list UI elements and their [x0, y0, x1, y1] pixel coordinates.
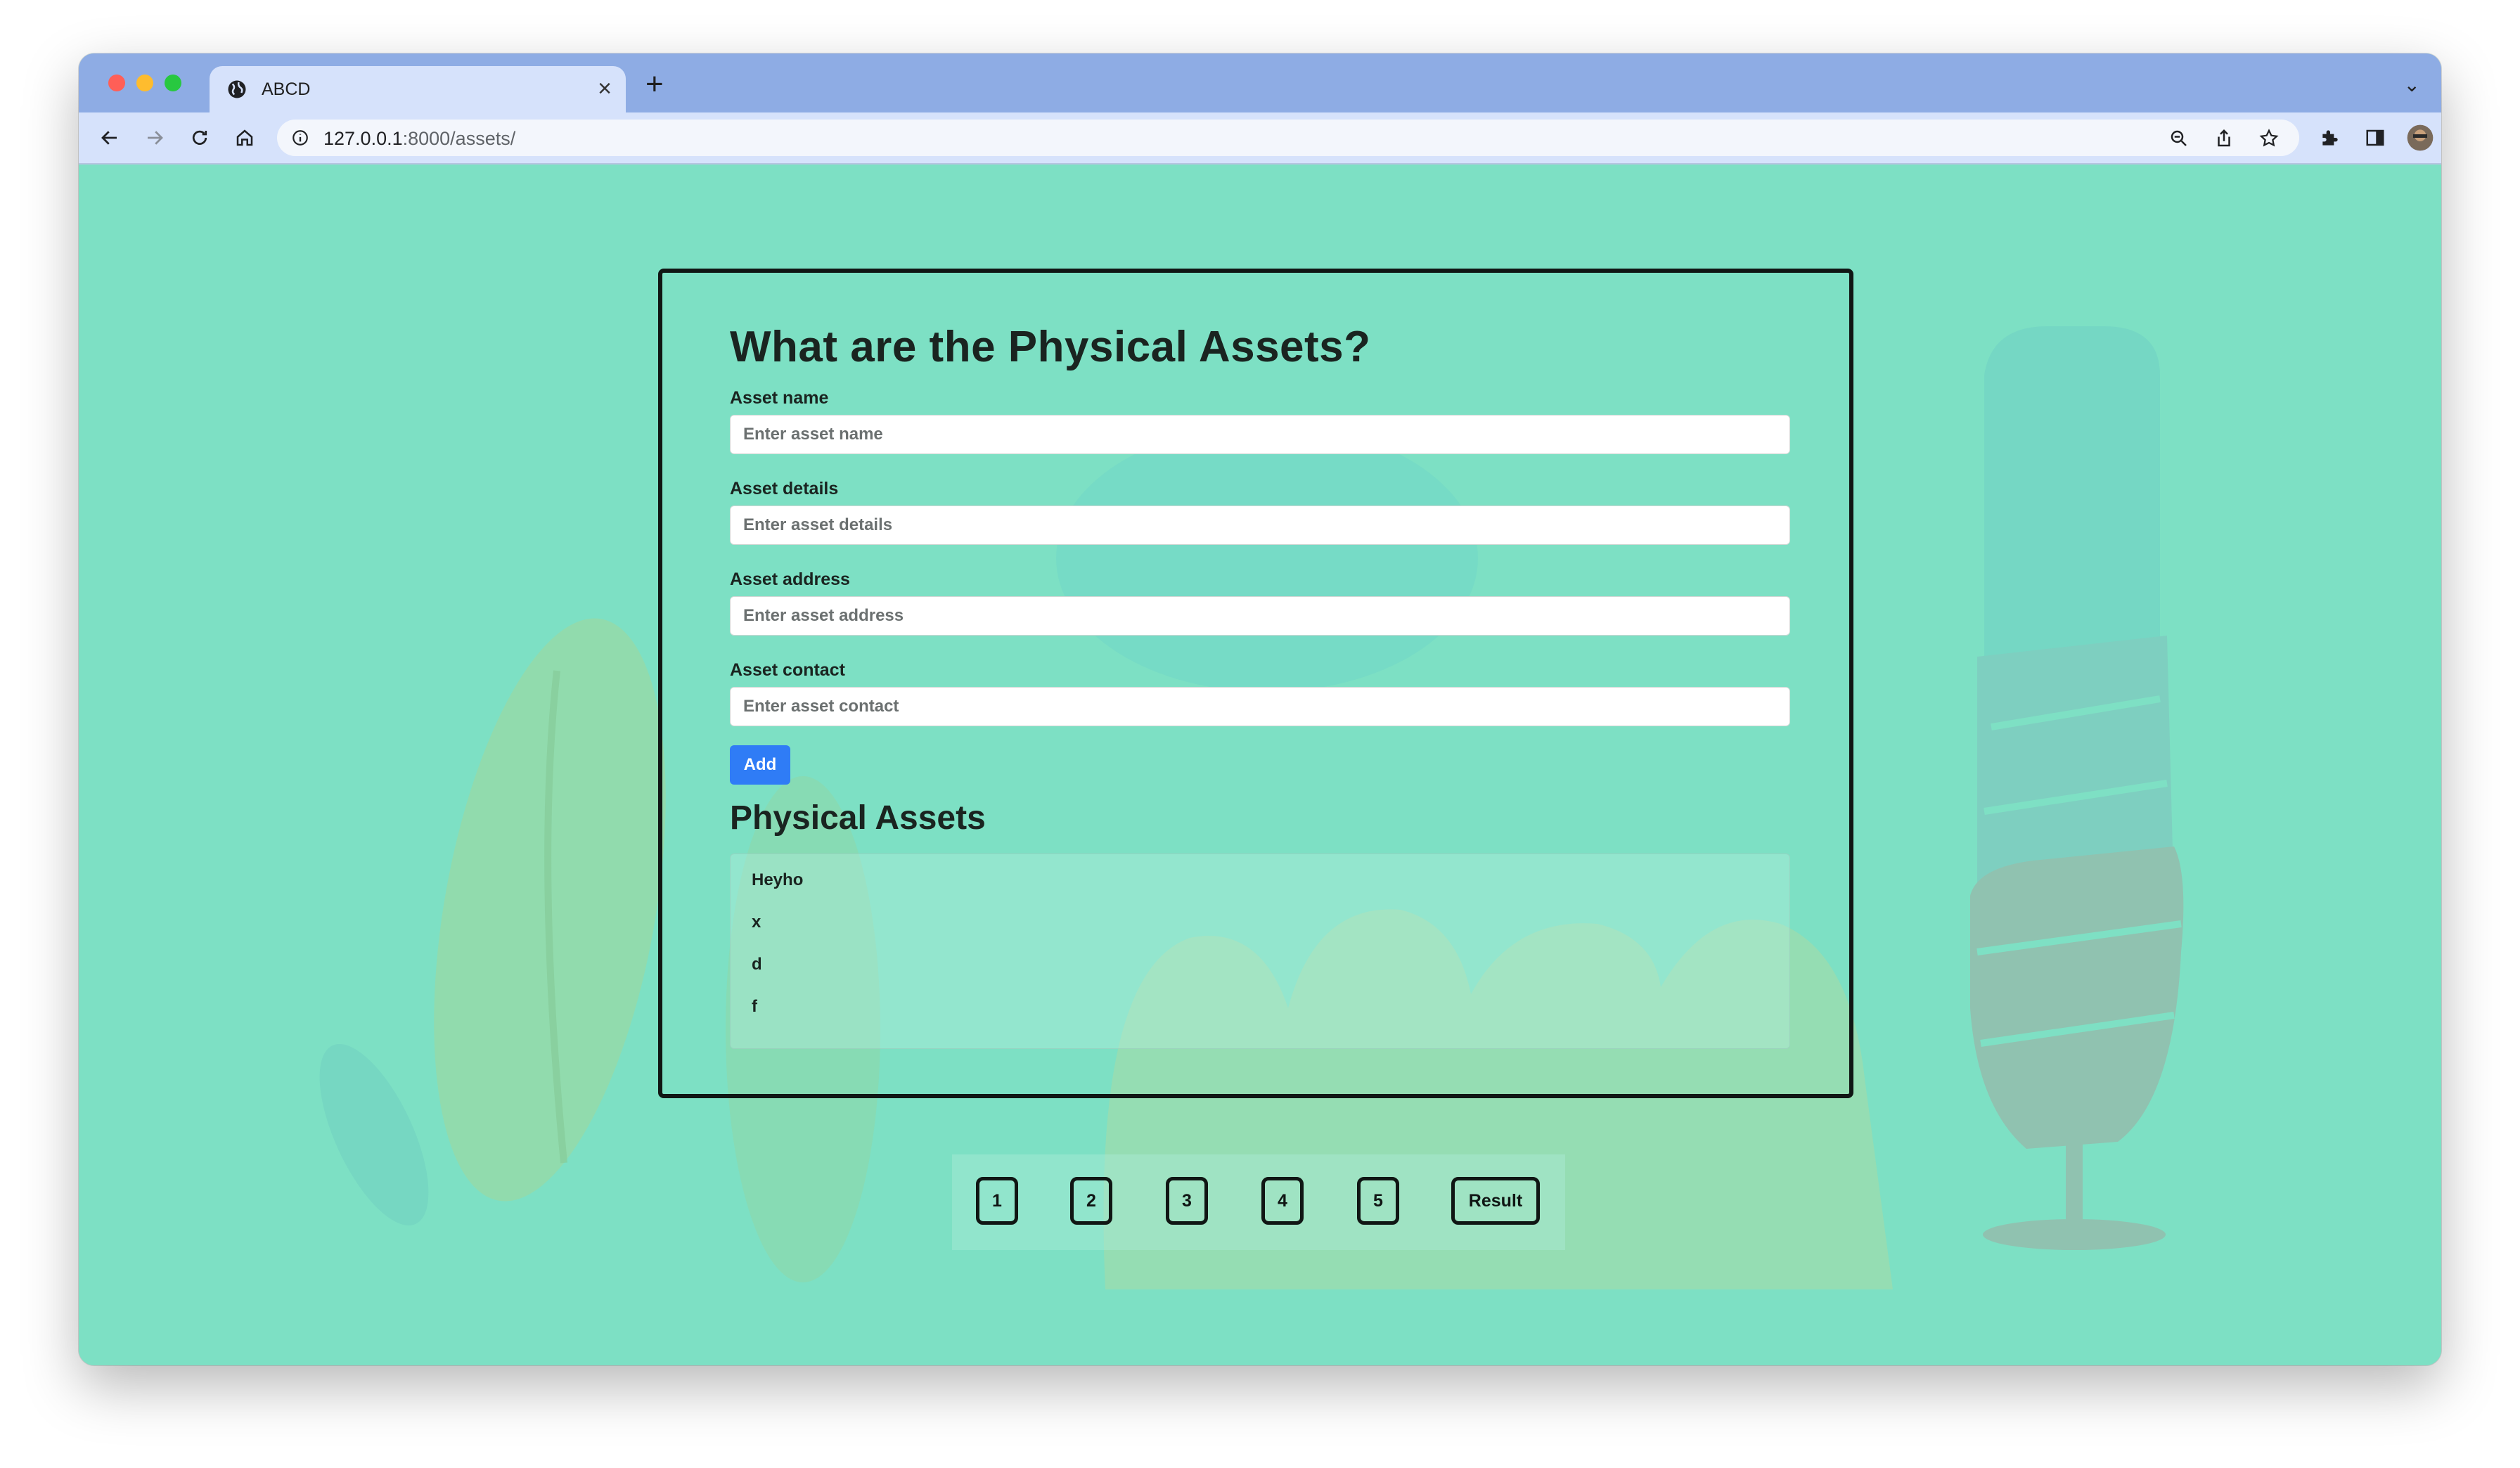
- arrow-left-icon: [101, 131, 117, 145]
- home-icon: [236, 129, 253, 146]
- page-3-button[interactable]: 3: [1166, 1177, 1208, 1225]
- side-panel-button[interactable]: [2361, 124, 2389, 152]
- forward-button[interactable]: [141, 124, 169, 152]
- star-icon[interactable]: [2258, 128, 2280, 149]
- list-item: Heyho: [752, 870, 804, 889]
- page-content: What are the Physical Assets? Asset name…: [79, 165, 2441, 1365]
- asset-details-input[interactable]: [730, 506, 1790, 545]
- arrow-right-icon: [148, 131, 163, 145]
- browser-window: ABCD × + ⌄ 127.0.0.1:8000/assets/ What a…: [79, 53, 2441, 1365]
- list-item: d: [752, 955, 762, 974]
- browser-tab[interactable]: ABCD ×: [210, 66, 626, 112]
- asset-list: Heyho x d f: [730, 854, 1790, 1049]
- asset-contact-input[interactable]: [730, 687, 1790, 726]
- list-item: f: [752, 997, 757, 1016]
- asset-details-label: Asset details: [730, 479, 839, 498]
- close-tab-icon[interactable]: ×: [598, 75, 612, 103]
- list-item: x: [752, 913, 761, 932]
- pagination: 1 2 3 4 5 Result: [952, 1154, 1565, 1250]
- page-2-button[interactable]: 2: [1070, 1177, 1112, 1225]
- minimize-window-button[interactable]: [136, 75, 153, 91]
- chevron-down-icon[interactable]: ⌄: [2404, 73, 2420, 96]
- window-controls: [108, 75, 181, 91]
- reload-icon: [192, 130, 207, 145]
- puzzle-icon: [2322, 130, 2338, 146]
- zoom-window-button[interactable]: [165, 75, 181, 91]
- home-button[interactable]: [231, 124, 259, 152]
- back-button[interactable]: [96, 124, 124, 152]
- zoom-icon[interactable]: [2168, 128, 2190, 149]
- reload-button[interactable]: [186, 124, 214, 152]
- profile-avatar[interactable]: [2406, 124, 2434, 152]
- browser-toolbar: 127.0.0.1:8000/assets/: [79, 112, 2441, 165]
- globe-icon: [228, 80, 246, 98]
- physical-assets-heading: Physical Assets: [730, 799, 986, 837]
- page-4-button[interactable]: 4: [1261, 1177, 1304, 1225]
- add-button[interactable]: Add: [730, 745, 790, 785]
- tab-strip: ABCD × + ⌄: [79, 53, 2441, 112]
- tab-title: ABCD: [262, 79, 311, 99]
- url-text: 127.0.0.1:8000/assets/: [323, 128, 515, 150]
- result-button[interactable]: Result: [1451, 1177, 1540, 1225]
- asset-address-input[interactable]: [730, 596, 1790, 636]
- address-bar[interactable]: 127.0.0.1:8000/assets/: [277, 120, 2299, 156]
- share-icon[interactable]: [2213, 128, 2235, 149]
- asset-name-input[interactable]: [730, 415, 1790, 454]
- asset-address-label: Asset address: [730, 569, 850, 589]
- page-title: What are the Physical Assets?: [730, 323, 1371, 371]
- avatar-icon: [2407, 124, 2434, 151]
- asset-contact-label: Asset contact: [730, 660, 845, 680]
- page-1-button[interactable]: 1: [976, 1177, 1018, 1225]
- side-panel-icon: [2366, 129, 2384, 146]
- page-5-button[interactable]: 5: [1357, 1177, 1399, 1225]
- new-tab-icon[interactable]: +: [645, 69, 664, 100]
- url-path: :8000/assets/: [402, 128, 516, 149]
- url-host: 127.0.0.1: [323, 128, 403, 149]
- close-window-button[interactable]: [108, 75, 125, 91]
- extensions-button[interactable]: [2316, 124, 2344, 152]
- asset-name-label: Asset name: [730, 388, 829, 408]
- info-icon[interactable]: [291, 129, 309, 147]
- assets-form-card: What are the Physical Assets? Asset name…: [658, 269, 1853, 1098]
